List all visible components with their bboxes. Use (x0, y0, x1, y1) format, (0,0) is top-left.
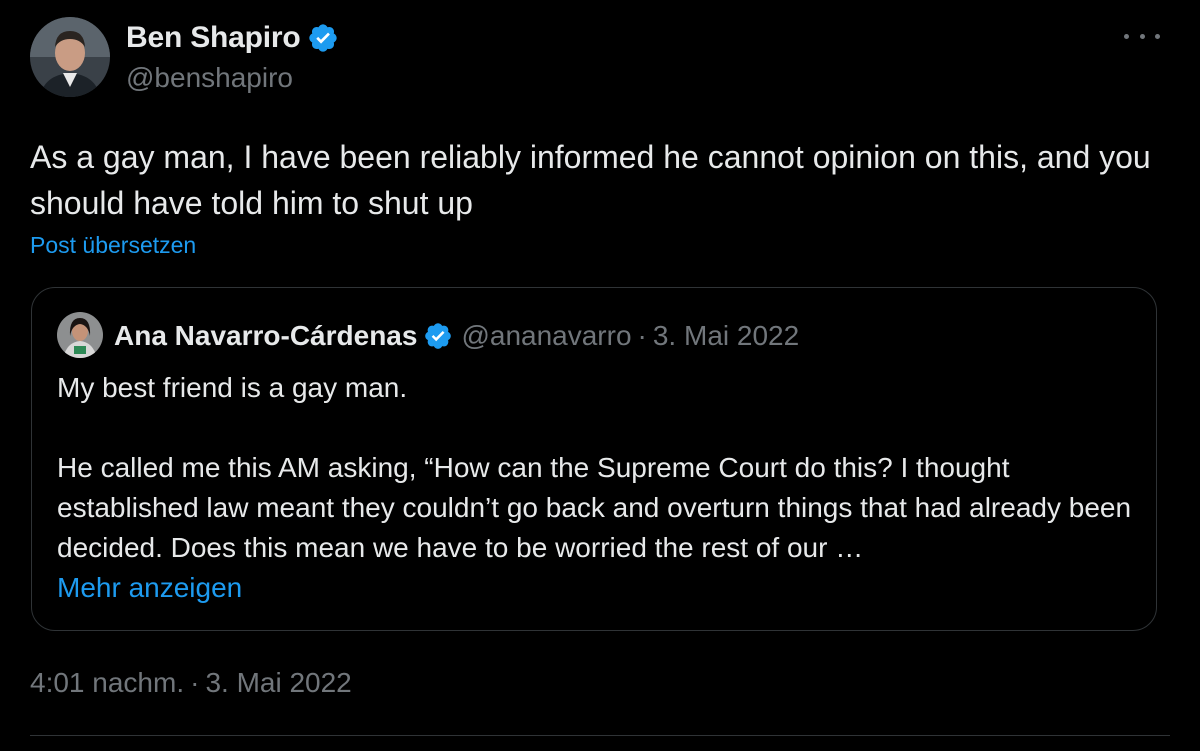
quoted-post-text: My best friend is a gay man. He called m… (57, 368, 1137, 568)
quoted-post-paragraph: He called me this AM asking, “How can th… (57, 452, 1132, 563)
author-display-name[interactable]: Ben Shapiro (126, 21, 301, 55)
author-handle[interactable]: @benshapiro (126, 62, 293, 94)
quoted-author-handle[interactable]: @ananavarro (461, 320, 631, 352)
author-name-row: Ben Shapiro (126, 18, 339, 58)
dot-icon (1124, 33, 1129, 39)
quoted-post-date[interactable]: 3. Mai 2022 (653, 320, 799, 352)
separator-dot: · (637, 320, 647, 351)
post-time: 4:01 nachm. (30, 667, 185, 698)
author-avatar[interactable] (30, 17, 110, 97)
quoted-post-header: Ana Navarro-Cárdenas @ananavarro · 3. Ma… (114, 318, 799, 354)
divider (30, 735, 1170, 736)
post-timestamp[interactable]: 4:01 nachm. · 3. Mai 2022 (30, 667, 352, 699)
verified-badge-icon[interactable] (307, 22, 339, 54)
show-more-link[interactable]: Mehr anzeigen (57, 568, 242, 608)
quoted-post-paragraph: My best friend is a gay man. (57, 372, 408, 403)
dot-icon (1155, 33, 1160, 39)
quoted-author-display-name[interactable]: Ana Navarro-Cárdenas (114, 320, 417, 352)
separator-dot: · (190, 667, 200, 698)
tweet-detail: Ben Shapiro @benshapiro As a gay man, I … (0, 0, 1200, 751)
post-date: 3. Mai 2022 (205, 667, 352, 698)
more-options-icon[interactable] (1124, 26, 1160, 46)
quoted-author-avatar[interactable] (57, 312, 103, 358)
quoted-post-card[interactable]: Ana Navarro-Cárdenas @ananavarro · 3. Ma… (31, 287, 1157, 631)
dot-icon (1139, 33, 1145, 39)
translate-post-link[interactable]: Post übersetzen (30, 232, 196, 259)
verified-badge-icon[interactable] (423, 321, 453, 351)
post-text: As a gay man, I have been reliably infor… (30, 139, 1151, 221)
